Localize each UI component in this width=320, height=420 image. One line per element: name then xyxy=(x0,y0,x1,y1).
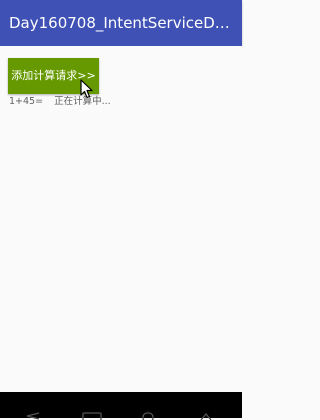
mouse-cursor-icon xyxy=(80,79,93,99)
app-title: Day160708_IntentServiceDe... xyxy=(9,14,233,32)
home-icon[interactable] xyxy=(82,412,102,420)
result-expression: 1+45= xyxy=(9,96,44,107)
app-bar: Day160708_IntentServiceDe... xyxy=(0,0,242,46)
recents-icon[interactable] xyxy=(142,412,154,420)
back-icon[interactable] xyxy=(26,412,40,420)
main-content: 添加计算请求>> 1+45= 正在计算中... xyxy=(0,46,242,392)
navigation-bar xyxy=(0,392,242,420)
result-row: 1+45= 正在计算中... xyxy=(9,96,111,108)
keyboard-hide-icon[interactable] xyxy=(200,412,212,420)
